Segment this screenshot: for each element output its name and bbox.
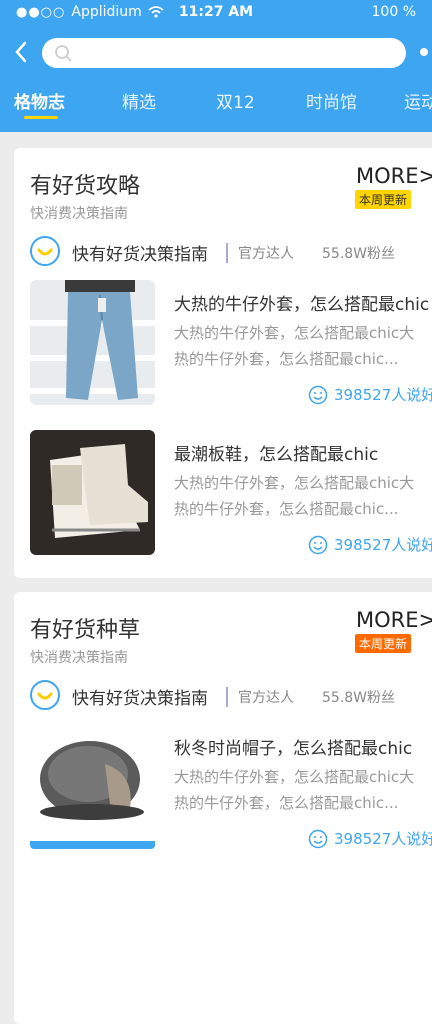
more-link[interactable]: MORE> xyxy=(356,608,432,632)
author-row[interactable]: 快有好货决策指南 官方达人 55.8W粉丝 xyxy=(30,680,432,710)
nav-bar xyxy=(0,36,432,70)
author-row[interactable]: 快有好货决策指南 官方达人 55.8W粉丝 xyxy=(30,236,432,266)
smile-logo-icon xyxy=(37,248,53,256)
menu-dot-icon[interactable] xyxy=(420,48,428,56)
likes-text: 398527人说好 xyxy=(334,536,432,554)
item-desc: 大热的牛仔外套，怎么搭配最chic大 热的牛仔外套，怎么搭配最chic... xyxy=(174,320,432,372)
item-desc-line: 热的牛仔外套，怎么搭配最chic... xyxy=(174,350,399,368)
tab-jingxuan[interactable]: 精选 xyxy=(122,88,156,113)
weekly-update-badge: 本周更新 xyxy=(355,634,412,653)
smiley-icon xyxy=(308,829,328,848)
likes-count[interactable]: 398527人说好 xyxy=(308,828,432,849)
sneaker-product-image[interactable] xyxy=(30,430,155,555)
search-input[interactable] xyxy=(42,38,406,68)
tab-double12[interactable]: 双12 xyxy=(216,88,255,113)
status-bar: ●●○○ Applidium 11:27 AM 100 % xyxy=(0,0,432,28)
author-fans: 55.8W粉丝 xyxy=(322,246,396,262)
card-subtitle: 快消费决策指南 xyxy=(30,206,128,222)
author-avatar[interactable] xyxy=(30,680,60,710)
card-subtitle: 快消费决策指南 xyxy=(30,650,128,666)
likes-text: 398527人说好 xyxy=(334,830,432,848)
battery-level: 100 % xyxy=(371,4,416,20)
likes-text: 398527人说好 xyxy=(334,386,432,404)
author-name: 快有好货决策指南 xyxy=(72,245,208,265)
card-title: 有好货攻略 xyxy=(30,174,141,199)
back-arrow-icon[interactable] xyxy=(10,38,32,66)
item-desc-line: 大热的牛仔外套，怎么搭配最chic大 xyxy=(174,474,415,492)
card-title: 有好货种草 xyxy=(30,618,141,643)
tab-shishangguan[interactable]: 时尚馆 xyxy=(306,88,357,113)
item-title[interactable]: 秋冬时尚帽子，怎么搭配最chic xyxy=(174,734,412,759)
search-icon xyxy=(55,45,72,62)
item-desc-line: 大热的牛仔外套，怎么搭配最chic大 xyxy=(174,768,415,786)
smiley-icon xyxy=(308,535,328,554)
author-role: 官方达人 xyxy=(226,243,294,263)
item-title[interactable]: 大热的牛仔外套，怎么搭配最chic xyxy=(174,290,429,315)
author-name: 快有好货决策指南 xyxy=(72,689,208,709)
item-desc-line: 热的牛仔外套，怎么搭配最chic... xyxy=(174,794,399,812)
active-tab-indicator xyxy=(24,116,58,119)
item-desc-line: 热的牛仔外套，怎么搭配最chic... xyxy=(174,500,399,518)
author-role: 官方达人 xyxy=(226,687,294,707)
tab-yundong[interactable]: 运动 xyxy=(404,88,432,113)
seeding-card: 有好货种草 快消费决策指南 MORE> 本周更新 快有好货决策指南 官方达人 5… xyxy=(14,592,432,1024)
clock: 11:27 AM xyxy=(178,4,254,20)
header: ●●○○ Applidium 11:27 AM 100 % 格物志 精选 双12… xyxy=(0,0,432,132)
item-title[interactable]: 最潮板鞋，怎么搭配最chic xyxy=(174,440,378,465)
tab-gewuzhi[interactable]: 格物志 xyxy=(14,88,65,113)
more-link[interactable]: MORE> xyxy=(356,164,432,188)
guide-card: 有好货攻略 快消费决策指南 MORE> 本周更新 快有好货决策指南 官方达人 5… xyxy=(14,148,432,578)
author-fans: 55.8W粉丝 xyxy=(322,690,396,706)
likes-count[interactable]: 398527人说好 xyxy=(308,384,432,405)
weekly-update-badge: 本周更新 xyxy=(355,190,412,209)
hat-product-image[interactable] xyxy=(30,724,155,849)
category-tabs: 格物志 精选 双12 时尚馆 运动 xyxy=(0,88,432,128)
smile-logo-icon xyxy=(37,692,53,700)
jeans-product-image[interactable] xyxy=(30,280,155,405)
item-desc: 大热的牛仔外套，怎么搭配最chic大 热的牛仔外套，怎么搭配最chic... xyxy=(174,764,432,816)
smiley-icon xyxy=(308,385,328,404)
likes-count[interactable]: 398527人说好 xyxy=(308,534,432,555)
author-avatar[interactable] xyxy=(30,236,60,266)
item-desc-line: 大热的牛仔外套，怎么搭配最chic大 xyxy=(174,324,415,342)
item-desc: 大热的牛仔外套，怎么搭配最chic大 热的牛仔外套，怎么搭配最chic... xyxy=(174,470,432,522)
